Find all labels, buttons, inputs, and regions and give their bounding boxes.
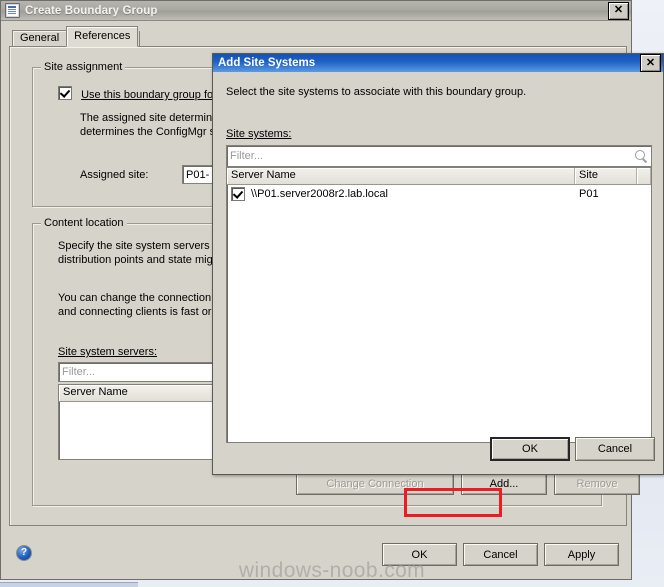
- taskbar-sliver: [0, 582, 138, 587]
- row-site-cell: P01: [579, 187, 599, 200]
- content-location-group-title: Content location: [41, 217, 127, 229]
- site-systems-filter-input[interactable]: Filter...: [226, 145, 652, 167]
- search-icon[interactable]: [634, 149, 648, 163]
- column-header-server-name[interactable]: Server Name: [227, 168, 575, 184]
- site-systems-list[interactable]: Server Name Site \\P01.server2008r2.lab.…: [226, 167, 652, 443]
- column-header-site[interactable]: Site: [575, 168, 637, 184]
- row-server-name-cell: \\P01.server2008r2.lab.local: [227, 186, 575, 201]
- site-assignment-group-title: Site assignment: [41, 61, 126, 73]
- remove-button[interactable]: Remove: [554, 472, 640, 495]
- modal-titlebar[interactable]: Add Site Systems ✕: [213, 54, 663, 72]
- site-systems-label: Site systems:: [226, 128, 291, 140]
- assigned-site-label: Assigned site:: [80, 169, 149, 181]
- site-systems-label-text: Site systems:: [226, 128, 292, 140]
- window-icon: [5, 3, 20, 18]
- modal-cancel-button[interactable]: Cancel: [575, 437, 655, 461]
- site-systems-list-header: Server Name Site: [227, 168, 651, 185]
- use-boundary-group-checkbox[interactable]: Use this boundary group for site: [58, 86, 237, 101]
- tab-general[interactable]: General: [12, 30, 68, 47]
- checkbox-icon[interactable]: [58, 86, 72, 100]
- add-site-systems-dialog: Add Site Systems ✕ Select the site syste…: [212, 53, 664, 475]
- close-icon[interactable]: ✕: [640, 54, 661, 72]
- page-title: Create Boundary Group: [25, 4, 158, 17]
- site-systems-filter-placeholder: Filter...: [230, 150, 264, 162]
- row-server-name-text: \\P01.server2008r2.lab.local: [251, 187, 388, 200]
- tab-strip: General References: [12, 26, 141, 47]
- close-icon[interactable]: ✕: [608, 1, 629, 20]
- add-button[interactable]: Add...: [461, 472, 547, 495]
- modal-title: Add Site Systems: [218, 57, 316, 69]
- content-location-description-line4: and connecting clients is fast or slo: [58, 306, 229, 318]
- checkbox-icon[interactable]: [231, 186, 245, 201]
- column-header-filler: [637, 168, 651, 184]
- table-row[interactable]: \\P01.server2008r2.lab.local P01: [227, 185, 651, 202]
- tab-strip-tail: [139, 31, 141, 47]
- modal-instruction: Select the site systems to associate wit…: [226, 86, 527, 98]
- tab-references[interactable]: References: [66, 26, 139, 47]
- content-location-description-line2: distribution points and state migratio: [58, 254, 235, 266]
- site-system-servers-label: Site system servers:: [58, 346, 158, 358]
- modal-ok-button[interactable]: OK: [490, 437, 570, 461]
- change-connection-button[interactable]: Change Connection: [296, 472, 454, 495]
- content-location-description-line1: Specify the site system servers that: [58, 240, 232, 252]
- content-location-description-line3: You can change the connection to: [58, 292, 224, 304]
- main-window-titlebar[interactable]: Create Boundary Group ✕: [1, 1, 631, 21]
- watermark: windows-noob.com: [238, 559, 426, 582]
